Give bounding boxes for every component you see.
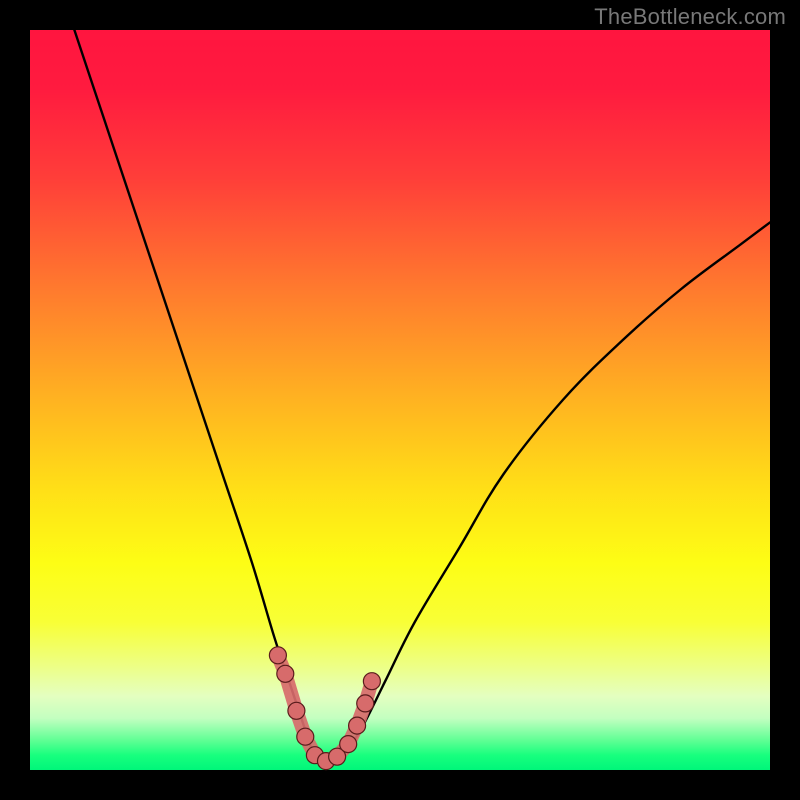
watermark-text: TheBottleneck.com [594, 4, 786, 30]
marker-dot [297, 728, 314, 745]
marker-dot [340, 736, 357, 753]
marker-dot [269, 647, 286, 664]
marker-dot [288, 702, 305, 719]
marker-dot [349, 717, 366, 734]
marker-dots [269, 647, 380, 770]
marker-dot [357, 695, 374, 712]
curve-path [74, 30, 770, 763]
marker-dot [277, 665, 294, 682]
bottleneck-curve [30, 30, 770, 770]
plot-area [30, 30, 770, 770]
marker-dot [363, 673, 380, 690]
